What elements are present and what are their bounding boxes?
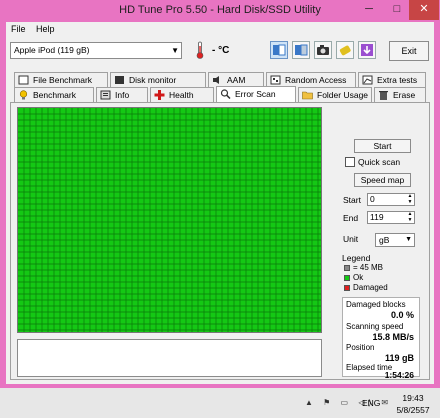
camera-icon bbox=[317, 45, 329, 55]
options-icon bbox=[339, 45, 351, 56]
legend-swatch bbox=[344, 274, 350, 281]
tab-benchmark[interactable]: Benchmark bbox=[14, 87, 94, 102]
start-field-value: 0 bbox=[370, 194, 375, 204]
position-value: 119 gB bbox=[384, 353, 414, 363]
tab-folder-usage[interactable]: Folder Usage bbox=[298, 87, 372, 102]
tab-info[interactable]: Info bbox=[96, 87, 148, 102]
tab-disk-monitor[interactable]: Disk monitor bbox=[110, 72, 206, 87]
tab-health[interactable]: Health bbox=[150, 87, 214, 102]
options-button[interactable] bbox=[336, 41, 354, 59]
copy-info-button[interactable] bbox=[270, 41, 288, 59]
close-button[interactable]: ✕ bbox=[409, 0, 439, 20]
unit-select[interactable]: gB ▼ bbox=[375, 233, 415, 247]
legend-item-damaged: Damaged bbox=[344, 283, 388, 292]
position-label: Position bbox=[346, 343, 375, 352]
menu-help[interactable]: Help bbox=[36, 24, 55, 34]
scanning-speed-label: Scanning speed bbox=[346, 322, 404, 331]
tab-extra-tests[interactable]: Extra tests bbox=[358, 72, 426, 87]
temperature-readout: - °C bbox=[212, 45, 230, 56]
legend-item-ok: Ok bbox=[344, 273, 363, 282]
lightbulb-icon bbox=[19, 90, 28, 100]
end-field-value: 119 bbox=[370, 212, 384, 222]
drive-select[interactable]: Apple iPod (119 gB) ▼ bbox=[10, 42, 182, 59]
chevron-down-icon: ▼ bbox=[171, 46, 179, 55]
screenshot-button[interactable] bbox=[314, 41, 332, 59]
end-field-label: End bbox=[343, 213, 359, 223]
info-icon bbox=[100, 90, 111, 100]
scan-block-map bbox=[17, 107, 322, 333]
taskbar: ▲ ⚑ ▭ ◁) ✉ ENG 19:43 5/8/2557 bbox=[0, 388, 440, 418]
drive-select-value: Apple iPod (119 gB) bbox=[14, 45, 90, 55]
menu-file[interactable]: File bbox=[11, 24, 26, 34]
tab-error-scan[interactable]: Error Scan bbox=[216, 86, 296, 102]
speaker-icon bbox=[213, 76, 219, 84]
trash-icon bbox=[379, 91, 388, 100]
health-cross-icon bbox=[154, 90, 165, 100]
menu-bar: File Help bbox=[6, 22, 434, 37]
title-bar: HD Tune Pro 5.50 - Hard Disk/SSD Utility… bbox=[0, 0, 440, 22]
magnifier-icon bbox=[220, 89, 231, 99]
exit-button[interactable]: Exit bbox=[389, 41, 429, 61]
save-button[interactable] bbox=[358, 41, 376, 59]
thermometer-icon bbox=[196, 41, 204, 59]
error-scan-panel: Start Quick scan Speed map Start 0 ▲ ▼ E… bbox=[10, 102, 430, 380]
start-field-label: Start bbox=[343, 195, 361, 205]
app-window: HD Tune Pro 5.50 - Hard Disk/SSD Utility… bbox=[0, 0, 440, 388]
quick-scan-checkbox[interactable] bbox=[345, 157, 355, 167]
copy-info-icon bbox=[273, 44, 286, 56]
tab-random-access[interactable]: Random Access bbox=[266, 72, 356, 87]
scan-ok-area bbox=[18, 108, 321, 332]
copy-screenshot-button[interactable] bbox=[292, 41, 310, 59]
download-icon bbox=[361, 44, 373, 56]
damaged-blocks-value: 0.0 % bbox=[390, 310, 414, 320]
clock-time[interactable]: 19:43 bbox=[393, 393, 433, 403]
legend-swatch bbox=[344, 264, 350, 271]
legend-item-block-size: = 45 MB bbox=[344, 263, 383, 272]
disk-monitor-icon bbox=[115, 76, 124, 84]
scan-stats: Damaged blocks 0.0 % Scanning speed 15.8… bbox=[342, 297, 420, 380]
toolbar: Apple iPod (119 gB) ▼ - °C Exit bbox=[6, 38, 434, 66]
legend-swatch bbox=[344, 284, 350, 291]
spin-down-icon[interactable]: ▼ bbox=[406, 218, 414, 223]
scan-log bbox=[17, 339, 322, 377]
spin-down-icon[interactable]: ▼ bbox=[406, 200, 414, 205]
file-benchmark-icon bbox=[18, 75, 29, 85]
tab-erase[interactable]: Erase bbox=[374, 87, 426, 102]
language-indicator[interactable]: ENG bbox=[362, 398, 380, 408]
folder-icon bbox=[302, 91, 313, 100]
quick-scan-label: Quick scan bbox=[358, 157, 401, 167]
tab-aam[interactable]: AAM bbox=[208, 72, 264, 87]
chevron-down-icon: ▼ bbox=[405, 236, 412, 243]
damaged-blocks-label: Damaged blocks bbox=[346, 300, 406, 309]
client-area: File Help Apple iPod (119 gB) ▼ - °C Exi… bbox=[6, 22, 434, 384]
scanning-speed-value: 15.8 MB/s bbox=[372, 332, 414, 342]
unit-select-value: gB bbox=[379, 235, 390, 245]
maximize-button[interactable]: □ bbox=[383, 0, 411, 20]
tab-file-benchmark[interactable]: File Benchmark bbox=[14, 72, 108, 87]
unit-label: Unit bbox=[343, 234, 359, 244]
elapsed-time-value: 1:54:26 bbox=[384, 370, 414, 380]
start-field[interactable]: 0 ▲ ▼ bbox=[367, 193, 415, 206]
random-access-icon bbox=[270, 75, 281, 85]
legend: Legend = 45 MB Ok Damaged bbox=[342, 253, 420, 294]
end-field[interactable]: 119 ▲ ▼ bbox=[367, 211, 415, 224]
speed-map-button[interactable]: Speed map bbox=[354, 173, 411, 187]
copy-screenshot-icon bbox=[295, 44, 308, 56]
extra-tests-icon bbox=[362, 75, 373, 85]
start-button[interactable]: Start bbox=[354, 139, 411, 153]
legend-title: Legend bbox=[342, 253, 371, 263]
clock-date[interactable]: 5/8/2557 bbox=[393, 405, 433, 415]
minimize-button[interactable]: ─ bbox=[355, 0, 383, 20]
